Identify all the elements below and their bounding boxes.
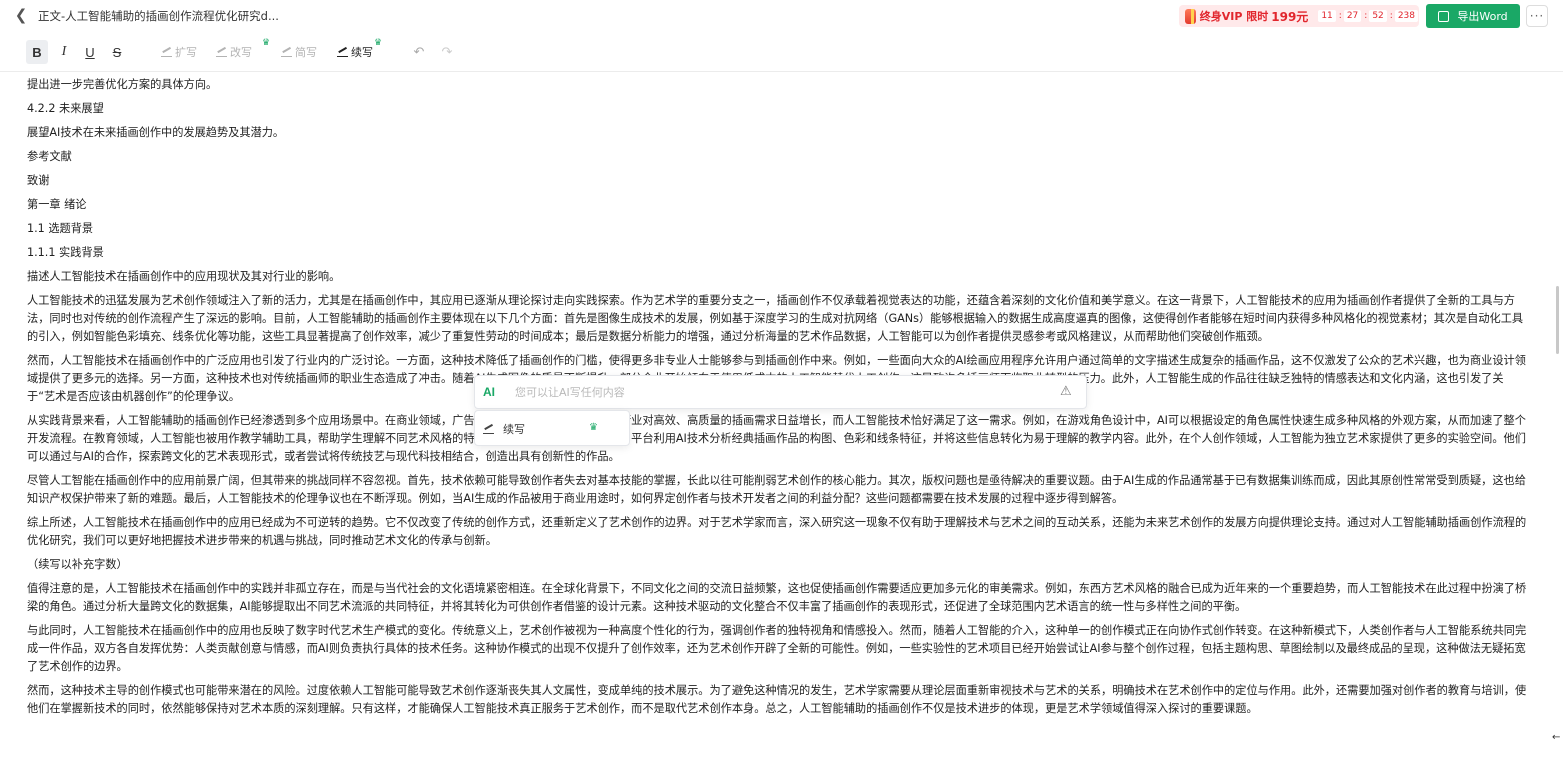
simplify-label: 简写 [295,46,317,59]
ai-action-menu: 续写 ♛ [474,410,630,446]
underline-button[interactable]: U [80,40,100,64]
back-button[interactable]: ❮ [12,6,30,24]
ai-continue-writing-label: 续写 [503,423,525,436]
ai-prompt-bar: AI ⚠ [474,375,1087,409]
bold-button[interactable]: B [26,40,48,64]
export-word-button[interactable]: 导出Word [1426,4,1520,28]
timer-minutes: 27 [1343,10,1362,22]
export-icon [1438,10,1450,22]
timer-hours: 11 [1318,10,1336,22]
more-options-button[interactable]: ··· [1526,5,1548,27]
paragraph: （续写以补充字数） [27,558,128,571]
top-bar: ❮ 正文-人工智能辅助的插画创作流程优化研究d... 终身VIP 限时 199元… [0,0,1563,32]
document-title: 正文-人工智能辅助的插画创作流程优化研究d... [38,9,279,23]
timer-seconds: 52 [1369,10,1387,22]
paragraph: 展望AI技术在未来插画创作中的发展趋势及其潜力。 [27,126,285,139]
paragraph: 提出进一步完善优化方案的具体方向。 [27,78,218,91]
undo-icon: ↶ [413,44,425,60]
vip-price: 199元 [1271,9,1309,24]
chevron-left-icon: ❮ [14,6,28,24]
timer-milliseconds: 238 [1394,10,1418,22]
continue-pen-icon [337,48,348,57]
continue-writing-label: 续写 [351,46,373,59]
warning-icon[interactable]: ⚠ [1060,384,1076,400]
export-word-label: 导出Word [1457,10,1508,23]
vip-crown-icon: ♛ [374,38,383,48]
rewrite-button[interactable]: 改写 ♛ [214,38,270,64]
paragraph: 值得注意的是，人工智能技术在插画创作中的实践并非孤立存在，而是与当代社会的文化语… [27,582,1527,613]
continue-pen-icon [483,425,494,434]
simplify-button[interactable]: 简写 [280,40,318,64]
paragraph: 尽管人工智能在插画创作中的应用前景广阔，但其带来的挑战同样不容忽视。首先，技术依… [27,474,1526,505]
paragraph: 综上所述，人工智能技术在插画创作中的应用已经成为不可逆转的趋势。它不仅改变了传统… [27,516,1527,547]
gift-icon [1185,8,1196,24]
vip-crown-icon: ♛ [589,422,598,433]
chapter-heading: 第一章 绪论 [27,198,87,211]
section-heading: 1.1.1 实践背景 [27,246,104,259]
toolbar-divider [0,71,1563,72]
collapse-arrow-icon[interactable]: ← [1552,732,1563,746]
section-heading: 1.1 选题背景 [27,222,94,235]
vertical-scrollbar[interactable] [1553,72,1563,780]
format-toolbar: B I U S 扩写 改写 ♛ 简写 续写 ♛ ↶ ↷ [0,38,1563,64]
more-icon: ··· [1529,9,1545,23]
scrollbar-thumb[interactable] [1556,286,1559,354]
section-heading: 4.2.2 未来展望 [27,102,104,115]
ai-continue-writing-item[interactable]: 续写 [483,419,525,439]
paragraph: 从实践背景来看，人工智能辅助的插画创作已经渗透到多个应用场景中。在商业领域，广告… [27,414,1526,463]
continue-writing-button[interactable]: 续写 ♛ [336,38,382,64]
vip-label: 终身VIP 限时 [1199,10,1269,23]
redo-button[interactable]: ↷ [440,40,454,64]
expand-label: 扩写 [175,46,197,59]
paragraph: 人工智能技术的迅猛发展为艺术创作领域注入了新的活力，尤其是在插画创作中，其应用已… [27,294,1524,343]
vip-promo-banner[interactable]: 终身VIP 限时 199元 11 : 27 : 52 : 238 [1179,5,1419,27]
paragraph: 然而，这种技术主导的创作模式也可能带来潜在的风险。过度依赖人工智能可能导致艺术创… [27,684,1527,715]
expand-button[interactable]: 扩写 [160,40,198,64]
vip-crown-icon: ♛ [262,38,271,48]
paragraph: 描述人工智能技术在插画创作中的应用现状及其对行业的影响。 [27,270,341,283]
paragraph: 与此同时，人工智能技术在插画创作中的应用也反映了数字时代艺术生产模式的变化。传统… [27,624,1527,673]
ai-prompt-input[interactable] [515,385,1035,399]
ai-logo-icon: AI [483,385,495,399]
rewrite-label: 改写 [230,46,252,59]
strikethrough-button[interactable]: S [107,40,127,64]
simplify-pen-icon [281,48,292,57]
redo-icon: ↷ [441,44,453,60]
section-heading: 参考文献 [27,150,72,163]
italic-button[interactable]: I [54,40,74,64]
section-heading: 致谢 [27,174,50,187]
expand-pen-icon [161,48,172,57]
rewrite-pen-icon [216,48,227,57]
undo-button[interactable]: ↶ [412,40,426,64]
